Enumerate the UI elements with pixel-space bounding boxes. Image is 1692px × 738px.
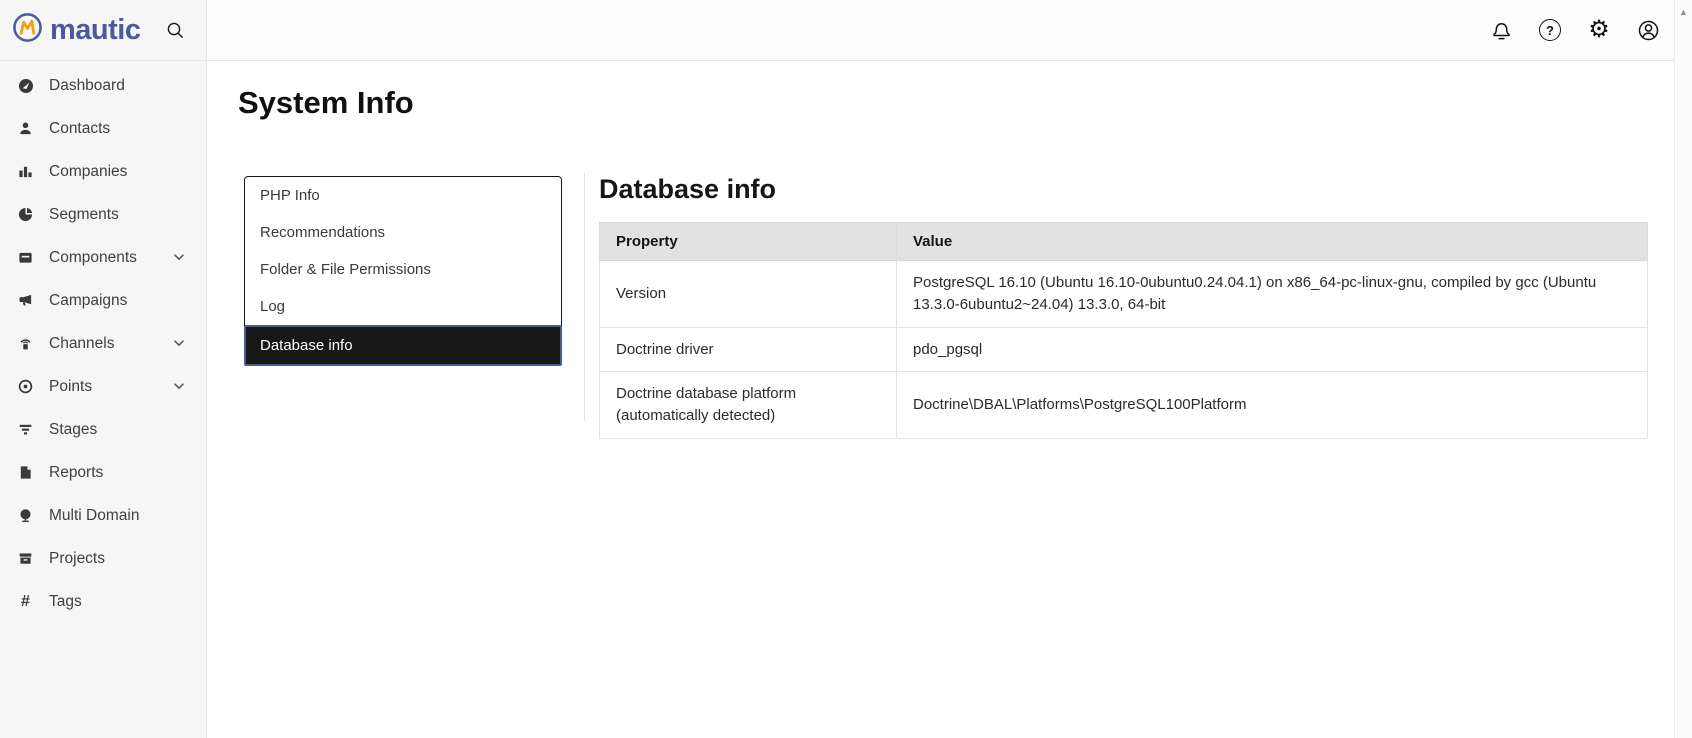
chevron-down-icon[interactable] [174,254,184,261]
question-mark-glyph: ? [1539,19,1561,41]
mautic-logo[interactable]: mautic [12,12,141,48]
globe-icon [17,508,34,523]
sidebar-item-label: Segments [49,205,119,223]
vertical-divider [584,173,585,421]
tab-database-info[interactable]: Database info [244,325,562,366]
archive-icon [17,551,34,566]
sidebar-item-projects[interactable]: Projects [0,537,206,580]
database-info-table: Property Value Version PostgreSQL 16.10 … [599,222,1648,439]
sidebar-item-label: Companies [49,162,128,180]
sidebar-item-label: Dashboard [49,76,125,94]
system-info-tab-list: PHP Info Recommendations Folder & File P… [244,176,562,366]
building-icon [17,164,34,179]
person-icon [17,121,34,136]
vertical-scrollbar[interactable]: ▲ [1674,0,1692,738]
table-header-row: Property Value [599,222,1648,261]
sidebar-item-companies[interactable]: Companies [0,150,206,193]
table-row: Doctrine database platform (automaticall… [599,371,1648,439]
value-cell: Doctrine\DBAL\Platforms\PostgreSQL100Pla… [896,371,1648,439]
notifications-bell-icon[interactable] [1489,18,1513,42]
sidebar-item-label: Campaigns [49,291,128,309]
sidebar-item-label: Tags [49,592,82,610]
sidebar-item-tags[interactable]: # Tags [0,580,206,623]
sidebar-item-dashboard[interactable]: Dashboard [0,64,206,107]
sidebar-item-label: Points [49,377,93,395]
page-title: System Info [238,85,414,120]
sidebar-item-campaigns[interactable]: Campaigns [0,279,206,322]
tab-php-info[interactable]: PHP Info [245,177,561,214]
sidebar-item-stages[interactable]: Stages [0,408,206,451]
sidebar-item-contacts[interactable]: Contacts [0,107,206,150]
topbar-logo-section: mautic [0,0,207,60]
column-header-value: Value [896,222,1648,261]
value-cell: pdo_pgsql [896,326,1648,373]
funnel-icon [17,422,34,437]
box-icon [17,250,34,265]
table-row: Version PostgreSQL 16.10 (Ubuntu 16.10-0… [599,260,1648,328]
pie-icon [17,207,34,222]
value-cell: PostgreSQL 16.10 (Ubuntu 16.10-0ubuntu0.… [896,260,1648,328]
main-content: System Info PHP Info Recommendations Fol… [207,61,1674,738]
help-icon[interactable]: ? [1538,18,1562,42]
sidebar-item-channels[interactable]: Channels [0,322,206,365]
megaphone-icon [17,293,34,308]
mautic-logo-text: mautic [50,13,141,46]
tab-recommendations[interactable]: Recommendations [245,214,561,251]
property-cell: Doctrine database platform (automaticall… [599,371,897,439]
mautic-logo-icon [12,12,43,48]
sidebar-item-points[interactable]: Points [0,365,206,408]
scrollbar-up-arrow-icon[interactable]: ▲ [1675,0,1692,17]
sidebar-item-multi-domain[interactable]: Multi Domain [0,494,206,537]
topbar-actions: ? ⚙ [1489,18,1692,42]
sidebar-item-reports[interactable]: Reports [0,451,206,494]
column-header-property: Property [599,222,897,261]
chevron-down-icon[interactable] [174,340,184,347]
gauge-icon [17,78,34,94]
sidebar-item-segments[interactable]: Segments [0,193,206,236]
top-bar: mautic ? ⚙ [0,0,1692,61]
property-cell: Doctrine driver [599,326,897,373]
database-info-panel: Database info Property Value Version Pos… [599,166,1648,439]
sidebar-item-label: Components [49,248,137,266]
gear-glyph: ⚙ [1588,16,1610,43]
table-row: Doctrine driver pdo_pgsql [599,326,1648,373]
target-icon [17,379,34,394]
sidebar-item-label: Multi Domain [49,506,140,524]
panel-heading: Database info [599,174,777,204]
tab-folder-file-permissions[interactable]: Folder & File Permissions [245,251,561,288]
tab-log[interactable]: Log [245,288,561,325]
property-cell: Version [599,260,897,328]
document-icon [17,465,34,480]
hash-icon: # [21,592,30,610]
chevron-down-icon[interactable] [174,383,184,390]
sidebar-item-label: Reports [49,463,104,481]
sidebar-item-label: Stages [49,420,98,438]
account-icon[interactable] [1636,18,1660,42]
search-icon[interactable] [166,21,185,40]
sidebar-nav: Dashboard Contacts Companies Segments Co… [0,61,207,738]
sidebar-item-label: Projects [49,549,105,567]
sidebar-item-label: Channels [49,334,115,352]
settings-gear-icon[interactable]: ⚙ [1587,18,1611,42]
sidebar-item-label: Contacts [49,119,111,137]
sidebar-item-components[interactable]: Components [0,236,206,279]
broadcast-icon [17,336,34,351]
